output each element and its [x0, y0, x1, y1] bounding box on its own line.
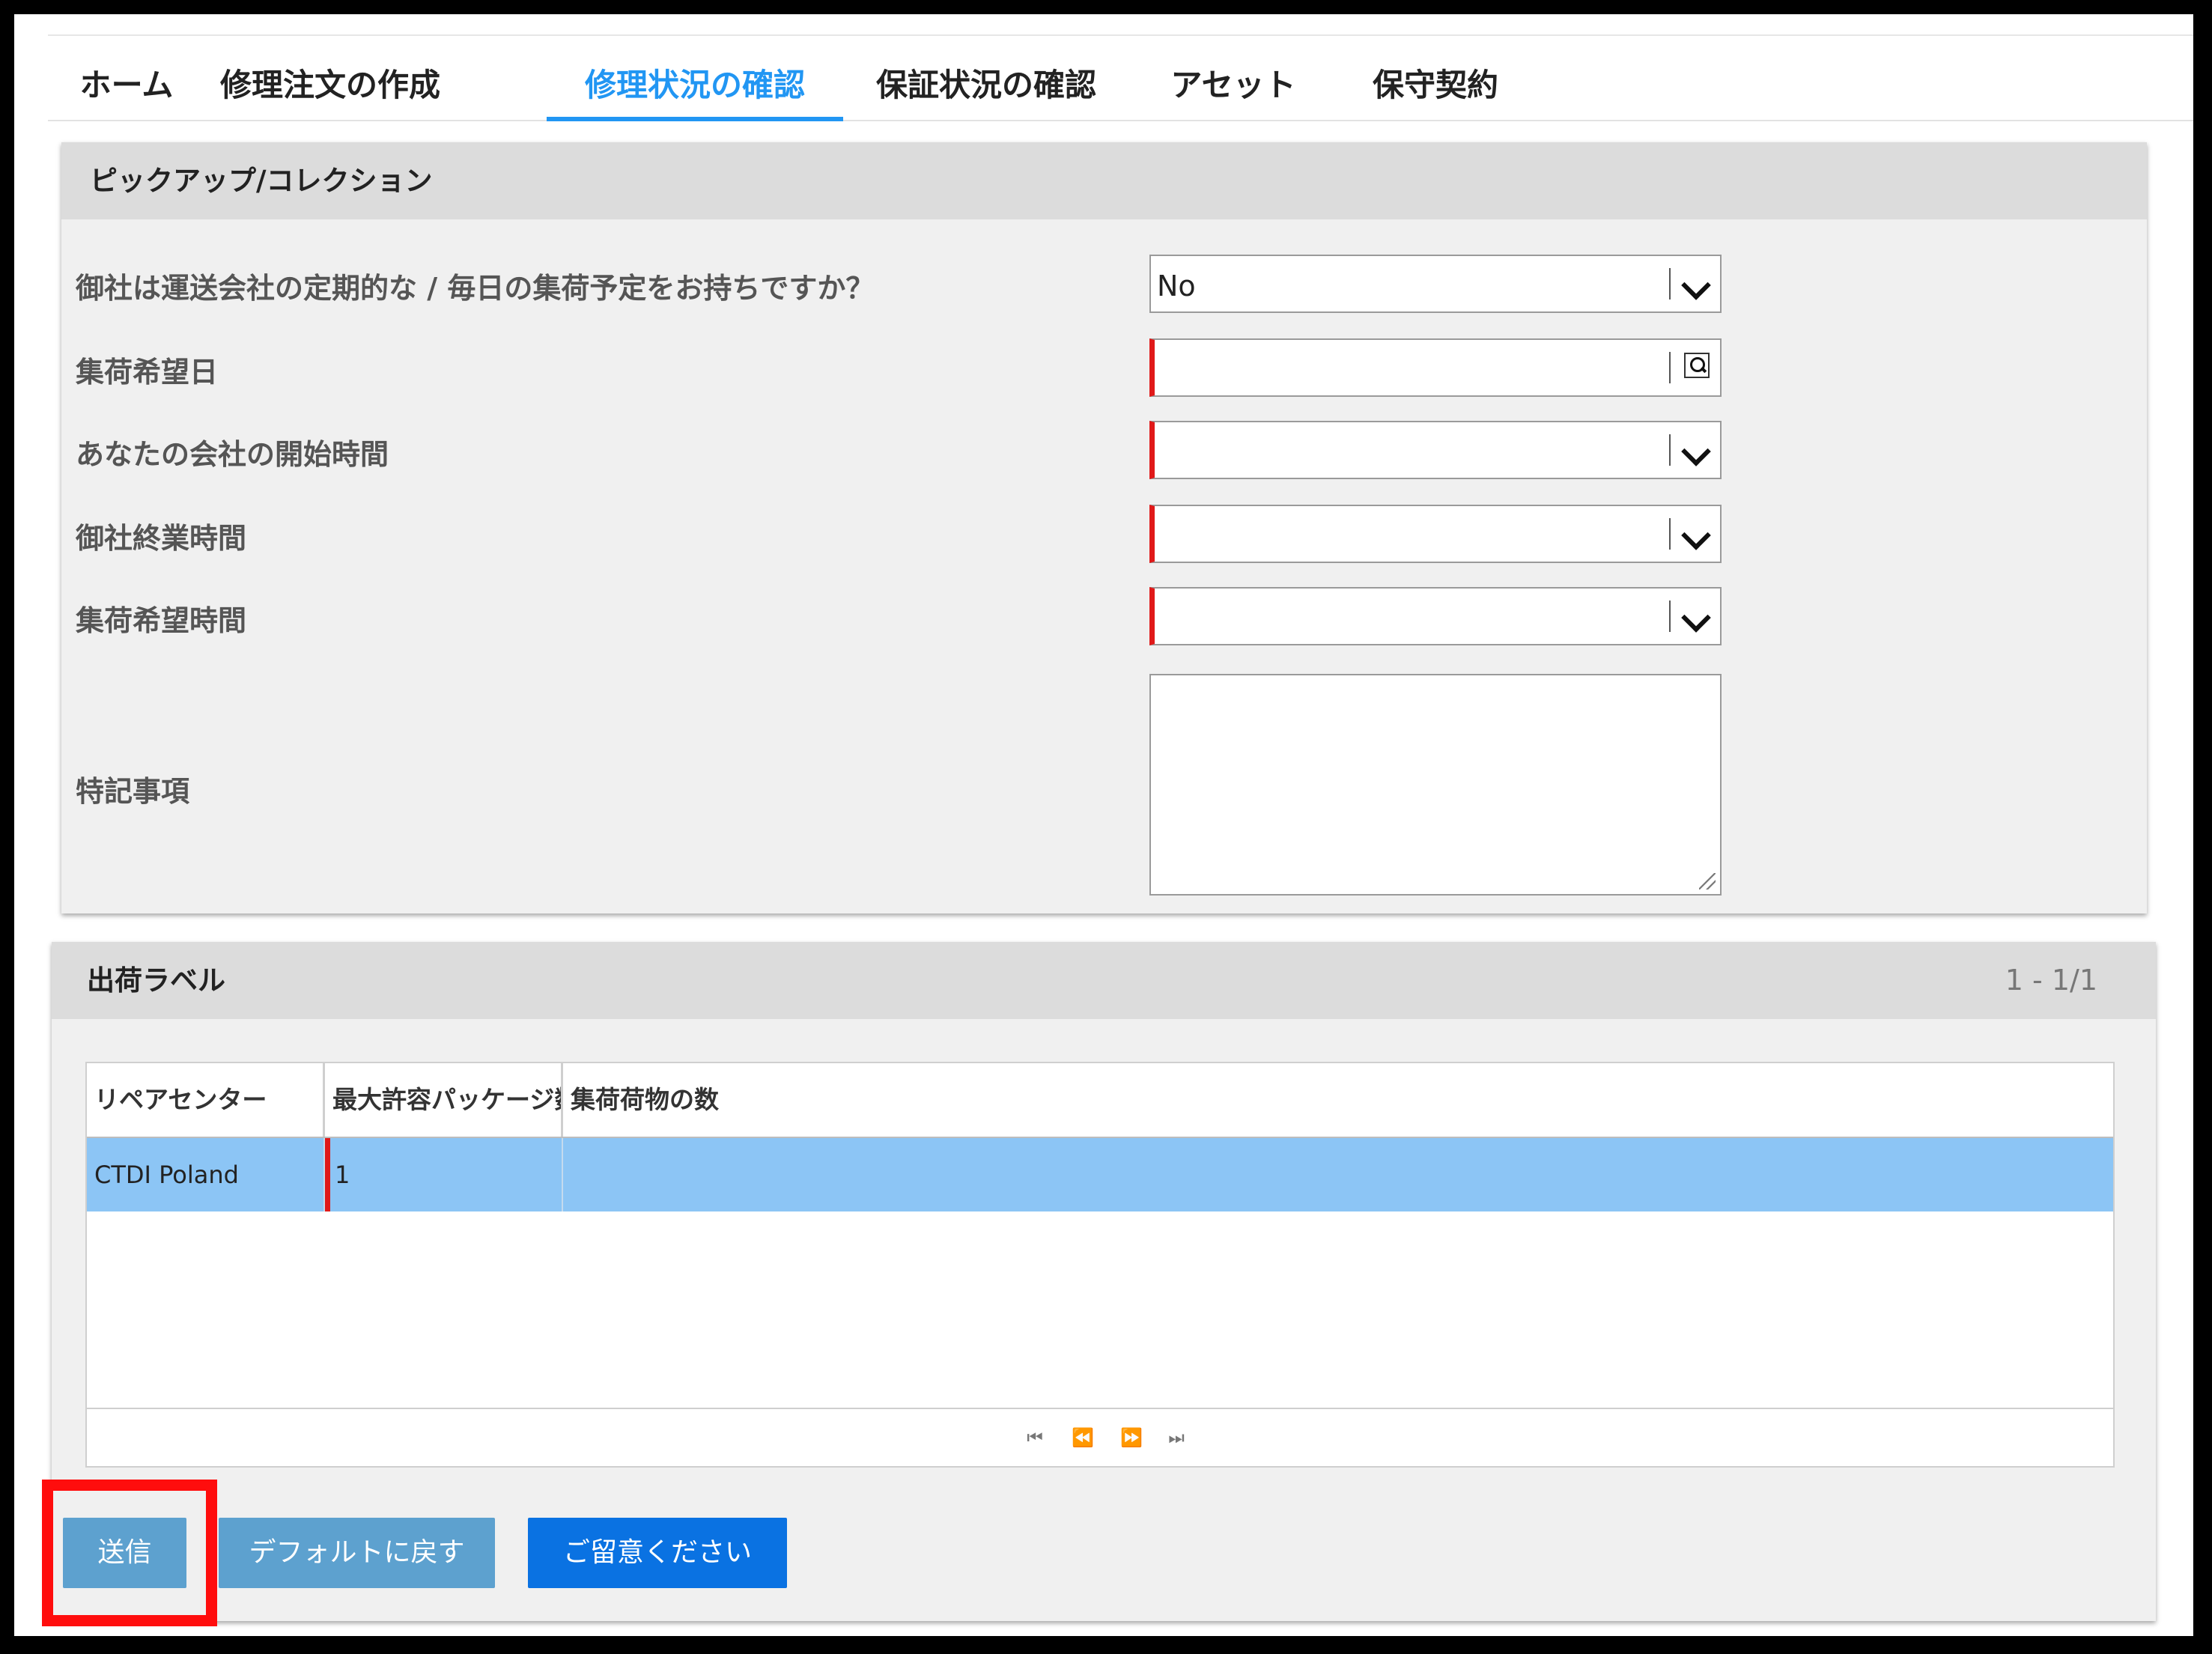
resize-handle-icon[interactable]: [1699, 873, 1716, 890]
shipping-grid: リペアセンター 最大許容パッケージ数 集荷荷物の数 CTDI Poland 1 …: [85, 1062, 2115, 1468]
select-separator: [1669, 601, 1671, 632]
table-row[interactable]: CTDI Poland 1: [87, 1138, 2113, 1211]
prev-page-icon[interactable]: ⏪: [1066, 1421, 1099, 1454]
reset-default-button[interactable]: デフォルトに戻す: [219, 1518, 495, 1588]
cell-repair-center: CTDI Poland: [87, 1138, 325, 1211]
start-time-label: あなたの会社の開始時間: [76, 438, 389, 471]
pickup-date-input[interactable]: [1149, 338, 1722, 397]
highlight-box: [42, 1480, 217, 1626]
shipping-panel-title: 出荷ラベル: [87, 964, 225, 997]
app-window: ホーム 修理注文の作成 修理状況の確認 保証状況の確認 アセット 保守契約 ピッ…: [14, 14, 2193, 1636]
chevron-down-icon[interactable]: [1681, 437, 1711, 466]
chevron-down-icon[interactable]: [1681, 603, 1711, 633]
cell-package-count[interactable]: [563, 1138, 2113, 1211]
column-header-repair-center[interactable]: リペアセンター: [87, 1063, 325, 1137]
shipping-panel-header: 出荷ラベル 1 - 1/1: [52, 942, 2156, 1019]
pickup-time-select[interactable]: [1149, 587, 1722, 645]
notes-textarea[interactable]: [1149, 674, 1722, 896]
select-separator: [1669, 434, 1671, 466]
tab-maintenance-contract[interactable]: 保守契約: [1361, 51, 1510, 120]
pickup-panel-title: ピックアップ/コレクション: [90, 165, 433, 197]
notes-label: 特記事項: [76, 775, 190, 808]
first-page-icon[interactable]: ⏮: [1018, 1421, 1051, 1454]
grid-pager: ⏮ ⏪ ⏩ ⏭: [87, 1408, 2113, 1466]
schedule-select[interactable]: No: [1149, 255, 1722, 313]
grid-header: リペアセンター 最大許容パッケージ数 集荷荷物の数: [87, 1063, 2113, 1138]
top-divider: [48, 34, 2193, 36]
chevron-down-icon[interactable]: [1681, 270, 1711, 300]
pickup-time-label: 集荷希望時間: [76, 604, 247, 637]
chevron-down-icon[interactable]: [1681, 520, 1711, 550]
tab-home[interactable]: ホーム: [70, 51, 183, 120]
tab-create-repair-order[interactable]: 修理注文の作成: [218, 51, 443, 120]
pickup-date-label: 集荷希望日: [76, 356, 219, 389]
last-page-icon[interactable]: ⏭: [1160, 1421, 1193, 1454]
cell-max-packages[interactable]: 1: [325, 1138, 563, 1211]
select-separator: [1669, 268, 1671, 300]
next-page-icon[interactable]: ⏩: [1115, 1421, 1148, 1454]
column-header-max-packages[interactable]: 最大許容パッケージ数: [325, 1063, 563, 1137]
schedule-label: 御社は運送会社の定期的な / 毎日の集荷予定をお持ちですか？: [76, 272, 875, 305]
record-count: 1 - 1/1: [2005, 964, 2097, 997]
search-icon[interactable]: [1684, 353, 1710, 378]
tab-repair-status[interactable]: 修理状況の確認: [547, 51, 843, 121]
pickup-panel-header: ピックアップ/コレクション: [61, 142, 2147, 219]
column-header-package-count[interactable]: 集荷荷物の数: [563, 1063, 2113, 1137]
end-time-label: 御社終業時間: [76, 522, 247, 555]
end-time-select[interactable]: [1149, 505, 1722, 563]
start-time-select[interactable]: [1149, 421, 1722, 479]
pickup-panel: ピックアップ/コレクション 御社は運送会社の定期的な / 毎日の集荷予定をお持ち…: [61, 142, 2147, 913]
tab-assets[interactable]: アセット: [1158, 51, 1308, 120]
main-nav: ホーム 修理注文の作成 修理状況の確認 保証状況の確認 アセット 保守契約: [48, 51, 2193, 121]
notice-button[interactable]: ご留意ください: [528, 1518, 787, 1588]
tab-warranty-status[interactable]: 保証状況の確認: [874, 51, 1099, 120]
schedule-select-value: No: [1157, 270, 1196, 302]
input-separator: [1669, 352, 1671, 383]
select-separator: [1669, 518, 1671, 550]
